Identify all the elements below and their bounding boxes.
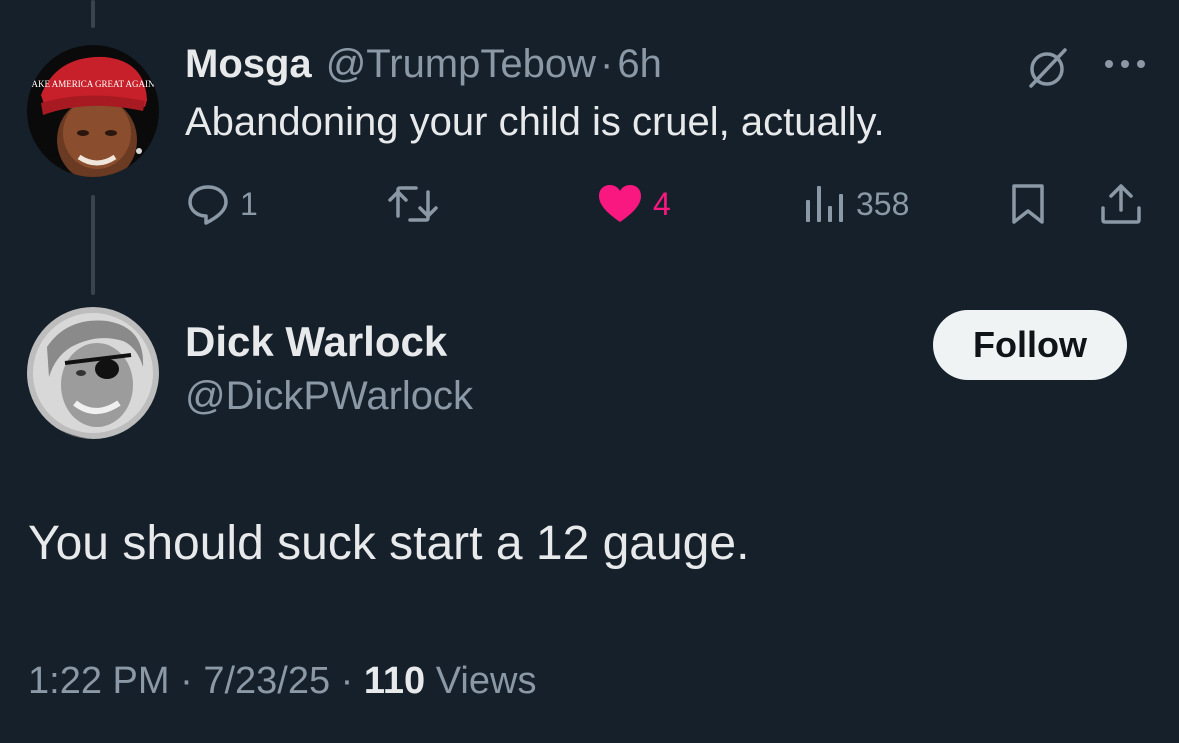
reply-author-name[interactable]: Dick Warlock: [185, 318, 447, 366]
views-label[interactable]: Views: [436, 660, 537, 702]
bookmark-button[interactable]: [1008, 182, 1048, 226]
reply-icon: [188, 185, 228, 225]
avatar-mosga[interactable]: MAKE AMERICA GREAT AGAIN: [27, 45, 159, 177]
views-count: 358: [856, 185, 910, 222]
author-name[interactable]: Mosga: [185, 42, 312, 87]
more-icon[interactable]: [1103, 54, 1147, 74]
author-handle[interactable]: @TrumpTebow: [326, 42, 596, 87]
parent-tweet-text: Abandoning your child is cruel, actually…: [185, 100, 885, 144]
retweet-icon: [388, 186, 438, 222]
tweet-thread: MAKE AMERICA GREAT AGAIN Mosga @TrumpTeb…: [0, 0, 1179, 743]
post-time[interactable]: 6h: [617, 42, 662, 87]
avatar-image: MAKE AMERICA GREAT AGAIN: [27, 45, 159, 177]
hat-text: MAKE AMERICA GREAT AGAIN: [27, 79, 155, 89]
like-count: 4: [653, 185, 671, 222]
share-button[interactable]: [1098, 182, 1144, 226]
views-button[interactable]: 358: [802, 182, 909, 226]
reply-button[interactable]: 1: [186, 182, 258, 226]
separator-dot: ·: [600, 42, 614, 86]
follow-button[interactable]: Follow: [933, 310, 1127, 380]
post-time[interactable]: 1:22 PM: [28, 660, 170, 702]
reply-count: 1: [240, 185, 258, 222]
separator-dot: ·: [180, 660, 193, 702]
separator-dot: ·: [340, 660, 354, 702]
views-count[interactable]: 110: [364, 660, 425, 702]
repost-button[interactable]: [386, 182, 450, 226]
post-date[interactable]: 7/23/25: [203, 660, 330, 702]
avatar-dick-warlock[interactable]: [27, 307, 159, 439]
thread-line: [91, 195, 95, 295]
reply-author-handle[interactable]: @DickPWarlock: [185, 374, 473, 419]
views-icon: [806, 186, 843, 222]
like-button[interactable]: 4: [597, 182, 671, 226]
heart-icon: [599, 185, 641, 222]
tweet-meta: 1:22 PM · 7/23/25 · 110 Views: [28, 660, 536, 703]
bookmark-icon: [1012, 184, 1044, 224]
share-icon: [1101, 184, 1141, 224]
reply-tweet-text: You should suck start a 12 gauge.: [28, 517, 750, 570]
grok-icon[interactable]: [1023, 44, 1071, 92]
thread-line: [91, 0, 95, 28]
parent-tweet-header: Mosga @TrumpTebow · 6h: [185, 42, 662, 90]
avatar-image: [27, 307, 159, 439]
